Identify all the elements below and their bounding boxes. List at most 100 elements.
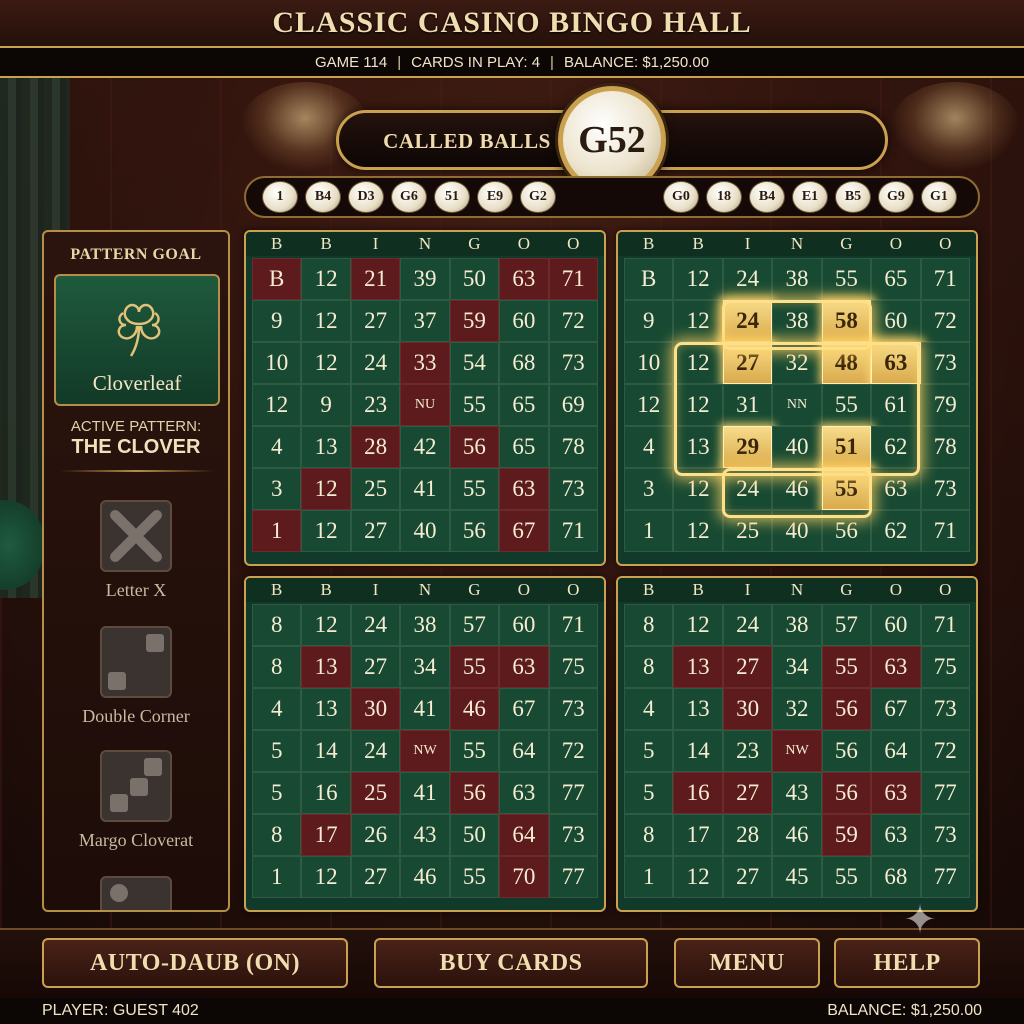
bingo-cell[interactable]: 56 <box>821 688 872 730</box>
bingo-cell[interactable]: 40 <box>772 426 822 468</box>
bingo-cell[interactable]: 1 <box>252 856 302 898</box>
bingo-cell[interactable]: 8 <box>252 604 302 646</box>
bingo-cell[interactable]: 38 <box>772 604 822 646</box>
bingo-cell[interactable]: 28 <box>350 426 401 468</box>
bingo-cell[interactable]: 64 <box>871 730 921 772</box>
bingo-cell[interactable]: 13 <box>301 646 351 688</box>
bingo-cell[interactable]: 23 <box>350 384 401 426</box>
bingo-cell[interactable]: 67 <box>871 688 921 730</box>
bingo-cell[interactable]: 16 <box>301 772 351 814</box>
bingo-cell[interactable]: 41 <box>400 688 450 730</box>
bingo-cell[interactable]: 41 <box>400 468 450 510</box>
bingo-cell[interactable]: 62 <box>871 426 921 468</box>
bingo-cell[interactable]: 46 <box>449 688 500 730</box>
bingo-cell[interactable]: 59 <box>449 300 500 342</box>
bingo-cell[interactable]: 42 <box>400 426 450 468</box>
bingo-cell[interactable]: 55 <box>821 468 872 510</box>
bingo-cell[interactable]: 46 <box>772 814 822 856</box>
bingo-cell[interactable]: 12 <box>673 856 723 898</box>
bingo-cell[interactable]: 8 <box>252 814 302 856</box>
bingo-cell[interactable]: 56 <box>821 772 872 814</box>
bingo-cell[interactable]: NW <box>772 730 822 772</box>
bingo-cell[interactable]: 65 <box>499 426 549 468</box>
bingo-cell[interactable]: 25 <box>722 510 773 552</box>
bingo-cell[interactable]: 5 <box>252 730 302 772</box>
pattern-option-cloverleaf[interactable]: Cloverleaf <box>54 274 220 406</box>
bingo-cell[interactable]: 50 <box>449 814 500 856</box>
bingo-cell[interactable]: NN <box>772 384 822 426</box>
bingo-cell[interactable]: 4 <box>624 426 674 468</box>
bingo-cell[interactable]: 40 <box>772 510 822 552</box>
bingo-cell[interactable]: 24 <box>722 468 773 510</box>
auto-daub-button[interactable]: AUTO-DAUB (ON) <box>42 938 348 988</box>
bingo-cell[interactable]: 8 <box>624 646 674 688</box>
bingo-cell[interactable]: 13 <box>301 426 351 468</box>
bingo-cell[interactable]: 60 <box>499 300 549 342</box>
bingo-cell[interactable]: 27 <box>722 856 773 898</box>
bingo-cell[interactable]: 1 <box>624 510 674 552</box>
bingo-cell[interactable]: 26 <box>350 814 401 856</box>
bingo-cell[interactable]: 55 <box>449 730 500 772</box>
bingo-cell[interactable]: 3 <box>252 468 302 510</box>
bingo-cell[interactable]: 41 <box>400 772 450 814</box>
bingo-cell[interactable]: 24 <box>350 730 401 772</box>
bingo-cell[interactable]: 63 <box>499 258 549 300</box>
bingo-cell[interactable]: 78 <box>548 426 598 468</box>
bingo-cell[interactable]: 34 <box>400 646 450 688</box>
bingo-cell[interactable]: 62 <box>871 510 921 552</box>
bingo-cell[interactable]: 4 <box>624 688 674 730</box>
bingo-cell[interactable]: 64 <box>499 814 549 856</box>
buy-cards-button[interactable]: BUY CARDS <box>374 938 648 988</box>
bingo-cell[interactable]: 5 <box>624 772 674 814</box>
bingo-cell[interactable]: NU <box>400 384 450 426</box>
bingo-cell[interactable]: 50 <box>449 258 500 300</box>
bingo-cell[interactable]: 24 <box>350 342 401 384</box>
bingo-cell[interactable]: 31 <box>722 384 773 426</box>
bingo-cell[interactable]: 75 <box>548 646 598 688</box>
bingo-cell[interactable]: 58 <box>821 300 872 342</box>
bingo-cell[interactable]: 72 <box>548 300 598 342</box>
bingo-cell[interactable]: 61 <box>871 384 921 426</box>
menu-button[interactable]: MENU <box>674 938 820 988</box>
bingo-cell[interactable]: 71 <box>920 258 970 300</box>
bingo-cell[interactable]: 21 <box>350 258 401 300</box>
bingo-cell[interactable]: 67 <box>499 510 549 552</box>
bingo-cell[interactable]: 12 <box>673 384 723 426</box>
bingo-cell[interactable]: 40 <box>400 510 450 552</box>
bingo-cell[interactable]: 71 <box>548 258 598 300</box>
bingo-cell[interactable]: 71 <box>548 510 598 552</box>
bingo-cell[interactable]: 24 <box>722 604 773 646</box>
bingo-cell[interactable]: 63 <box>499 468 549 510</box>
bingo-cell[interactable]: 72 <box>920 730 970 772</box>
bingo-cell[interactable]: 5 <box>624 730 674 772</box>
bingo-cell[interactable]: 72 <box>920 300 970 342</box>
bingo-cell[interactable]: 46 <box>400 856 450 898</box>
bingo-cell[interactable]: 55 <box>449 384 500 426</box>
bingo-cell[interactable]: 38 <box>772 258 822 300</box>
bingo-cell[interactable]: 25 <box>350 772 401 814</box>
bingo-cell[interactable]: 38 <box>400 604 450 646</box>
bingo-cell[interactable]: 69 <box>548 384 598 426</box>
bingo-cell[interactable]: 8 <box>624 604 674 646</box>
bingo-cell[interactable]: 12 <box>673 468 723 510</box>
bingo-cell[interactable]: 9 <box>624 300 674 342</box>
bingo-cell[interactable]: 71 <box>920 510 970 552</box>
bingo-cell[interactable]: 27 <box>350 300 401 342</box>
bingo-cell[interactable]: 63 <box>871 342 921 384</box>
bingo-cell[interactable]: 27 <box>722 772 773 814</box>
bingo-cell[interactable]: 39 <box>400 258 450 300</box>
bingo-cell[interactable]: 33 <box>400 342 450 384</box>
bingo-cell[interactable]: 10 <box>252 342 302 384</box>
bingo-cell[interactable]: 10 <box>624 342 674 384</box>
bingo-cell[interactable]: 28 <box>722 814 773 856</box>
pattern-option-double-corner[interactable]: Double Corner <box>44 626 228 727</box>
bingo-cell[interactable]: 55 <box>821 384 872 426</box>
bingo-cell[interactable]: 55 <box>821 258 872 300</box>
bingo-cell[interactable]: 27 <box>350 856 401 898</box>
bingo-cell[interactable]: 68 <box>871 856 921 898</box>
bingo-cell[interactable]: 30 <box>350 688 401 730</box>
bingo-cell[interactable]: 3 <box>624 468 674 510</box>
bingo-cell[interactable]: 48 <box>821 342 872 384</box>
bingo-card-4[interactable]: B B I N G O O 8 12 24 38 57 60 71 8 13 27 34 55 63 75 4 13 30 32… <box>616 576 978 912</box>
bingo-cell[interactable]: 67 <box>499 688 549 730</box>
